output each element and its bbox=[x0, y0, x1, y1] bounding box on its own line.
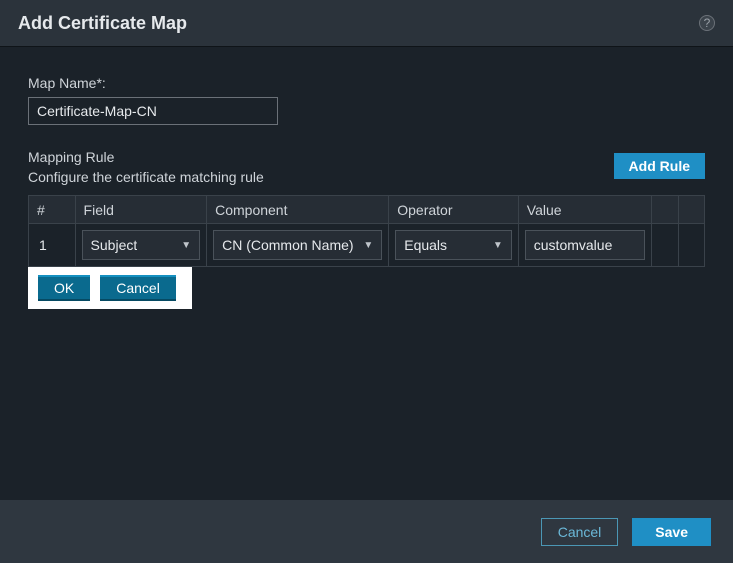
modal-title: Add Certificate Map bbox=[18, 13, 187, 34]
map-name-label: Map Name*: bbox=[28, 75, 705, 91]
value-input[interactable] bbox=[525, 230, 646, 260]
field-select-value: Subject bbox=[91, 237, 138, 253]
map-name-section: Map Name*: bbox=[28, 75, 705, 125]
mapping-header-text: Mapping Rule Configure the certificate m… bbox=[28, 149, 264, 185]
col-header-value: Value bbox=[518, 196, 652, 224]
chevron-down-icon: ▼ bbox=[363, 240, 373, 251]
chevron-down-icon: ▼ bbox=[493, 240, 503, 251]
row-action-cell-2 bbox=[678, 224, 704, 267]
chevron-down-icon: ▼ bbox=[181, 240, 191, 251]
component-select-value: CN (Common Name) bbox=[222, 237, 353, 253]
operator-select-value: Equals bbox=[404, 237, 447, 253]
row-action-cell-1 bbox=[652, 224, 678, 267]
col-header-field: Field bbox=[75, 196, 207, 224]
field-select[interactable]: Subject ▼ bbox=[82, 230, 201, 260]
mapping-header: Mapping Rule Configure the certificate m… bbox=[28, 149, 705, 185]
rules-header-row: # Field Component Operator Value bbox=[29, 196, 705, 224]
mapping-section-subtitle: Configure the certificate matching rule bbox=[28, 169, 264, 185]
row-cancel-button[interactable]: Cancel bbox=[100, 275, 176, 301]
row-number: 1 bbox=[35, 237, 47, 253]
row-ok-button[interactable]: OK bbox=[38, 275, 90, 301]
add-certificate-map-modal: Add Certificate Map ? Map Name*: Mapping… bbox=[0, 0, 733, 563]
rules-table-wrap: # Field Component Operator Value 1 bbox=[28, 195, 705, 309]
save-button[interactable]: Save bbox=[632, 518, 711, 546]
modal-body: Map Name*: Mapping Rule Configure the ce… bbox=[0, 46, 733, 499]
rules-table: # Field Component Operator Value 1 bbox=[28, 195, 705, 267]
col-header-num: # bbox=[29, 196, 76, 224]
col-header-action2 bbox=[678, 196, 704, 224]
operator-select[interactable]: Equals ▼ bbox=[395, 230, 512, 260]
modal-footer: Cancel Save bbox=[0, 499, 733, 563]
row-action-panel: OK Cancel bbox=[28, 267, 192, 309]
table-row: 1 Subject ▼ CN (Common Name) ▼ bbox=[29, 224, 705, 267]
add-rule-button[interactable]: Add Rule bbox=[614, 153, 705, 179]
cancel-button[interactable]: Cancel bbox=[541, 518, 619, 546]
col-header-operator: Operator bbox=[389, 196, 519, 224]
map-name-input[interactable] bbox=[28, 97, 278, 125]
col-header-component: Component bbox=[207, 196, 389, 224]
component-select[interactable]: CN (Common Name) ▼ bbox=[213, 230, 382, 260]
help-icon[interactable]: ? bbox=[699, 15, 715, 31]
mapping-section-title: Mapping Rule bbox=[28, 149, 264, 165]
modal-title-bar: Add Certificate Map ? bbox=[0, 0, 733, 46]
col-header-action1 bbox=[652, 196, 678, 224]
